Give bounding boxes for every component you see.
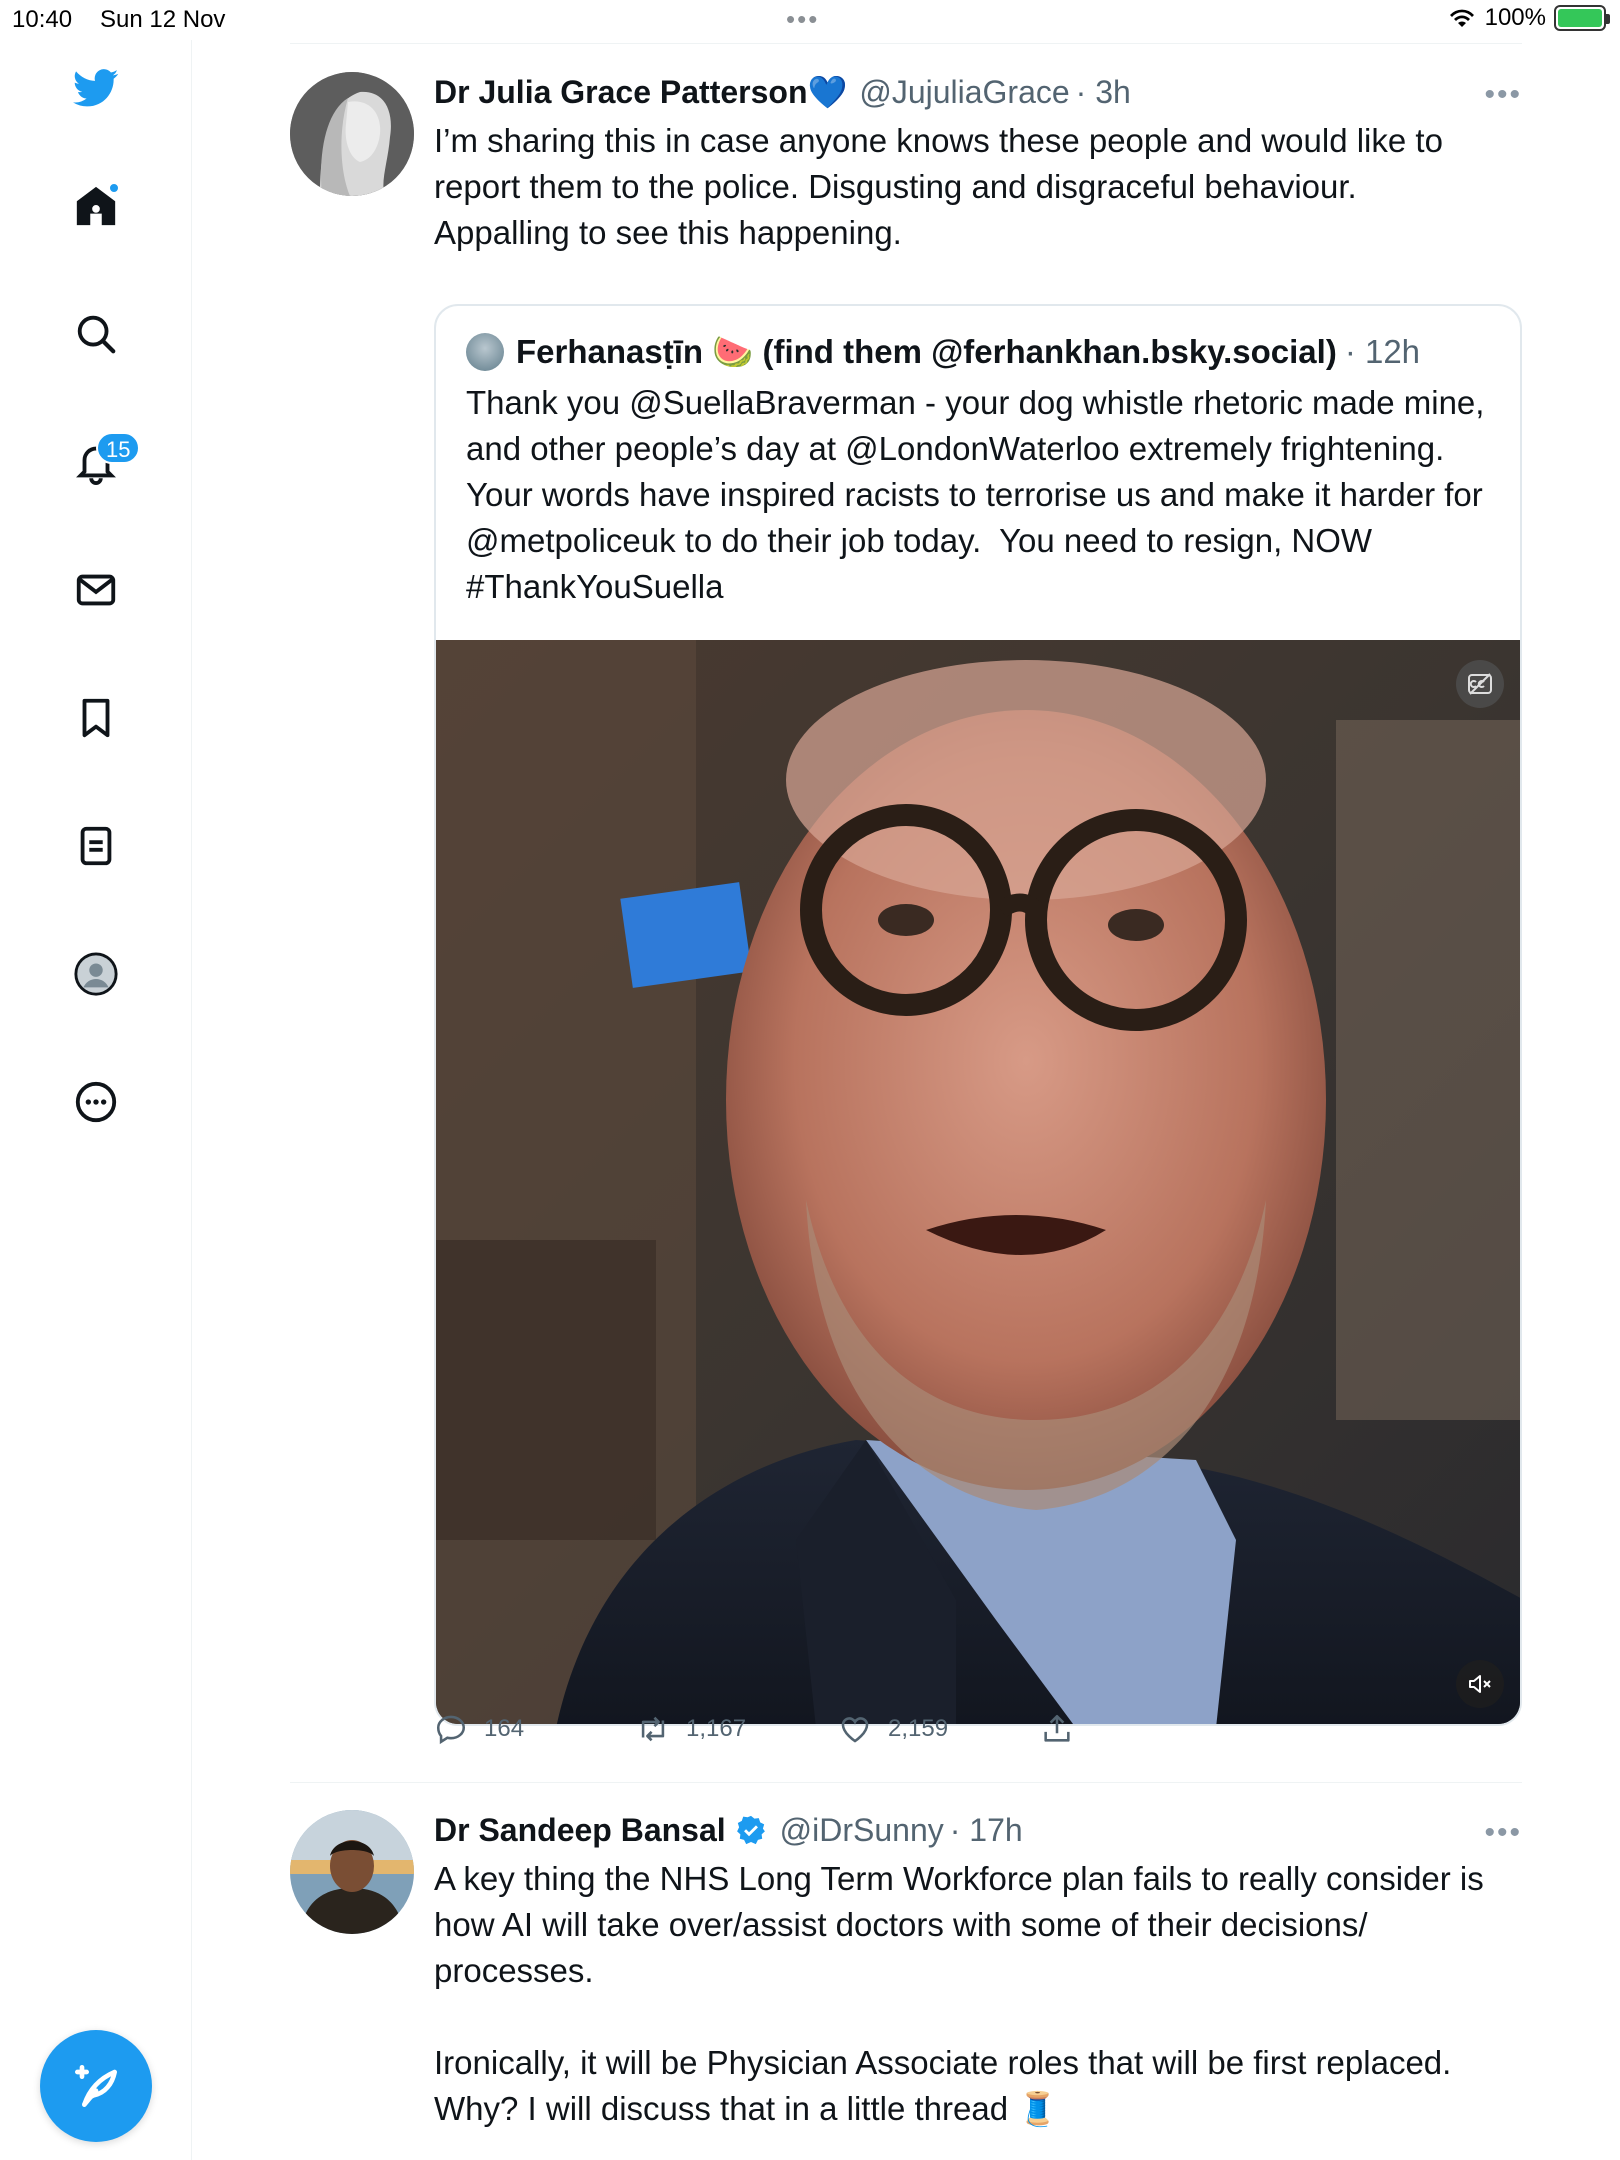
wifi-icon — [1449, 9, 1474, 27]
home-unread-dot — [108, 182, 120, 194]
tweet-text: A key thing the NHS Long Term Workforce … — [434, 1860, 1484, 2127]
multitasking-dots-icon[interactable]: ••• — [786, 4, 819, 35]
quoted-tweet[interactable]: Ferhanasṭīn 🍉 (find them @ferhankhan.bsk… — [434, 304, 1522, 1726]
blue-heart-emoji: 💙 — [807, 74, 848, 110]
tweet-more-options-icon[interactable]: ••• — [1484, 1816, 1522, 1850]
like-button[interactable]: 2,159 — [838, 1712, 1040, 1746]
share-icon — [1044, 1714, 1070, 1742]
notifications-badge: 15 — [96, 432, 141, 464]
compose-tweet-button[interactable] — [40, 2030, 152, 2142]
video-frame — [436, 640, 1520, 1724]
home-icon[interactable] — [70, 180, 122, 232]
tweet-author-handle[interactable]: @JujuliaGrace — [859, 72, 1069, 112]
quoted-tweet-text: Thank you @SuellaBraverman - your dog wh… — [466, 384, 1494, 605]
heart-icon — [841, 1717, 869, 1743]
battery-percent: 100% — [1484, 4, 1546, 31]
reply-count: 164 — [484, 1715, 525, 1742]
verified-badge-icon — [736, 1815, 765, 1845]
retweet-button[interactable]: 1,167 — [636, 1712, 838, 1746]
like-count: 2,159 — [888, 1715, 949, 1742]
retweet-icon — [641, 1716, 665, 1742]
status-time: 10:40 — [12, 6, 73, 33]
quoted-avatar[interactable] — [466, 333, 504, 371]
lists-icon[interactable] — [70, 820, 122, 872]
avatar[interactable] — [290, 1810, 414, 1934]
tweet[interactable]: Dr Sandeep Bansal @iDrSunny · 17h ••• A … — [290, 1810, 1522, 2160]
status-date: Sun 12 Nov — [100, 6, 226, 33]
sidebar-nav: 15 — [0, 40, 192, 2160]
quoted-timestamp[interactable]: · 12h — [1345, 330, 1420, 374]
tweet-timestamp[interactable]: · 17h — [950, 1810, 1023, 1850]
battery-icon — [1554, 5, 1610, 31]
tweet-timestamp[interactable]: · 3h — [1076, 72, 1131, 112]
reply-button[interactable]: 164 — [434, 1712, 636, 1746]
reply-icon — [436, 1715, 466, 1745]
status-right: 100% — [1447, 4, 1610, 32]
profile-icon[interactable] — [70, 948, 122, 1000]
compose-tweet-icon — [75, 2065, 117, 2107]
messages-icon[interactable] — [70, 564, 122, 616]
search-icon[interactable] — [70, 308, 122, 360]
feed-top-divider — [290, 43, 1522, 44]
tweet-more-options-icon[interactable]: ••• — [1484, 78, 1522, 112]
status-bar: 10:40 Sun 12 Nov ••• 100% — [0, 0, 1620, 40]
bookmarks-icon[interactable] — [70, 692, 122, 744]
notifications-icon[interactable]: 15 — [70, 432, 141, 488]
tweet-actions: 164 1,167 2,159 — [434, 1712, 1242, 1746]
avatar[interactable] — [290, 72, 414, 196]
more-icon[interactable] — [70, 1076, 122, 1128]
tweet-text: I’m sharing this in case anyone knows th… — [434, 122, 1453, 251]
tweet-author-name[interactable]: Dr Julia Grace Patterson — [434, 72, 807, 112]
closed-captions-icon[interactable] — [1456, 660, 1504, 708]
retweet-count: 1,167 — [686, 1715, 747, 1742]
tweet-author-name[interactable]: Dr Sandeep Bansal — [434, 1810, 726, 1850]
mute-icon[interactable] — [1456, 1660, 1504, 1708]
quoted-video[interactable] — [436, 640, 1520, 1724]
twitter-logo-icon[interactable] — [70, 62, 122, 114]
quoted-author-name[interactable]: Ferhanasṭīn 🍉 (find them @ferhankhan.bsk… — [516, 330, 1337, 374]
tweet[interactable]: Dr Julia Grace Patterson 💙 @JujuliaGrace… — [290, 72, 1522, 1772]
tweet-author-handle[interactable]: @iDrSunny — [780, 1810, 944, 1850]
tweet-divider — [290, 1782, 1522, 1783]
share-button[interactable] — [1040, 1712, 1242, 1746]
